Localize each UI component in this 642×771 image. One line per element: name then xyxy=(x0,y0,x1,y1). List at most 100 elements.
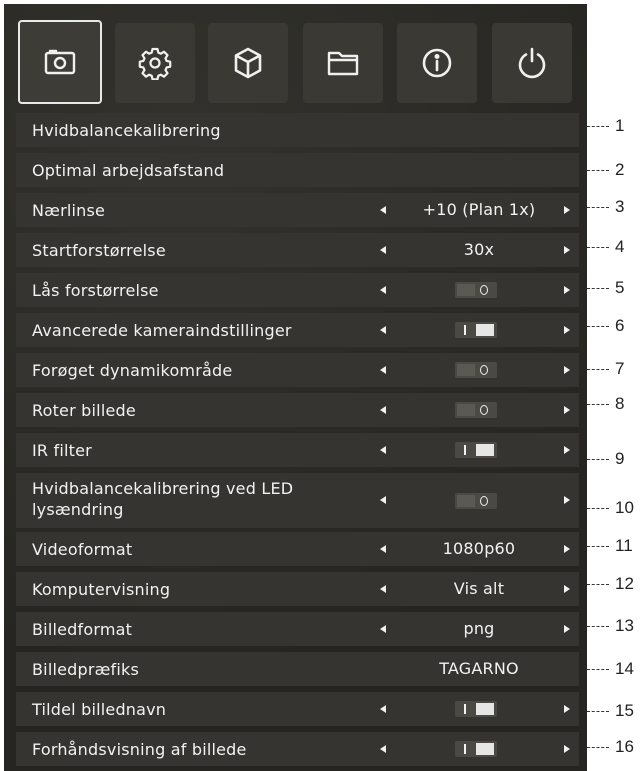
toggle-switch-on[interactable] xyxy=(455,442,497,458)
setting-row[interactable]: Startforstørrelse 30x xyxy=(16,233,579,267)
toggle-switch-off[interactable] xyxy=(455,362,497,378)
next-value-arrow-icon[interactable] xyxy=(564,365,570,374)
callout-number: 6 xyxy=(587,316,624,336)
callout-number: 5 xyxy=(587,278,624,298)
callout-number: 2 xyxy=(587,160,624,180)
callout-number: 12 xyxy=(587,574,634,594)
callout-leader-line xyxy=(587,125,609,127)
setting-row[interactable]: Forhåndsvisning af billede xyxy=(16,732,579,766)
setting-label: Tildel billednavn xyxy=(32,699,167,719)
next-value-arrow-icon[interactable] xyxy=(564,245,570,254)
callout-label: 3 xyxy=(615,197,625,216)
previous-value-arrow-icon[interactable] xyxy=(380,405,386,414)
setting-row[interactable]: Hvidbalancekalibrering xyxy=(16,113,579,147)
previous-value-arrow-icon[interactable] xyxy=(380,205,386,214)
previous-value-arrow-icon[interactable] xyxy=(380,744,386,753)
setting-row[interactable]: Billedformat png xyxy=(16,612,579,646)
setting-row[interactable]: Forøget dynamikområde xyxy=(16,353,579,387)
callout-label: 1 xyxy=(615,116,625,135)
tab-gear[interactable] xyxy=(115,23,195,103)
setting-row[interactable]: Tildel billednavn xyxy=(16,692,579,726)
setting-label: Komputervisning xyxy=(32,579,171,599)
callout-label: 15 xyxy=(615,701,634,720)
setting-label: Startforstørrelse xyxy=(32,240,166,260)
tab-folder[interactable] xyxy=(303,23,383,103)
toggle-switch-off[interactable] xyxy=(455,492,497,509)
previous-value-arrow-icon[interactable] xyxy=(380,285,386,294)
callout-leader-line xyxy=(587,246,609,248)
next-value-arrow-icon[interactable] xyxy=(564,325,570,334)
setting-row[interactable]: Avancerede kameraindstillinger xyxy=(16,313,579,347)
setting-row[interactable]: Roter billede xyxy=(16,393,579,427)
toggle-switch-on[interactable] xyxy=(455,322,497,338)
callout-label: 4 xyxy=(615,237,625,256)
setting-row[interactable]: Videoformat 1080p60 xyxy=(16,532,579,566)
next-value-arrow-icon[interactable] xyxy=(564,744,570,753)
callout-number: 8 xyxy=(587,394,624,414)
callout-leader-line xyxy=(587,746,609,748)
next-value-arrow-icon[interactable] xyxy=(564,205,570,214)
toggle-switch-off[interactable] xyxy=(455,402,497,418)
callout-leader-line xyxy=(587,668,609,670)
next-value-arrow-icon[interactable] xyxy=(564,704,570,713)
next-value-arrow-icon[interactable] xyxy=(564,285,570,294)
setting-row[interactable]: Hvidbalancekalibrering ved LED lysændrin… xyxy=(16,473,579,528)
callout-leader-line xyxy=(587,368,609,370)
callout-label: 8 xyxy=(615,394,625,413)
power-icon xyxy=(515,46,549,80)
previous-value-arrow-icon[interactable] xyxy=(380,245,386,254)
callout-label: 5 xyxy=(615,278,625,297)
setting-row[interactable]: Billedpræfiks TAGARNO xyxy=(16,652,579,686)
toggle-switch-on[interactable] xyxy=(455,741,497,757)
setting-row[interactable]: IR filter xyxy=(16,433,579,467)
next-value-arrow-icon[interactable] xyxy=(564,496,570,504)
setting-label: Hvidbalancekalibrering ved LED lysændrin… xyxy=(32,479,294,519)
callout-number: 10 xyxy=(587,498,634,518)
previous-value-arrow-icon[interactable] xyxy=(380,584,386,593)
previous-value-arrow-icon[interactable] xyxy=(380,704,386,713)
prefix-value[interactable]: TAGARNO xyxy=(394,659,564,678)
callout-label: 2 xyxy=(615,160,625,179)
next-value-arrow-icon[interactable] xyxy=(564,405,570,414)
setting-label: Forøget dynamikområde xyxy=(32,360,233,380)
setting-label: Videoformat xyxy=(32,539,133,559)
callout-number: 11 xyxy=(587,536,633,556)
setting-row[interactable]: Lås forstørrelse xyxy=(16,273,579,307)
callout-label: 9 xyxy=(615,449,625,468)
callout-leader-line xyxy=(587,583,609,585)
callout-number: 14 xyxy=(587,659,634,679)
next-value-arrow-icon[interactable] xyxy=(564,624,570,633)
selected-value: 1080p60 xyxy=(442,539,516,558)
toggle-switch-off[interactable] xyxy=(455,282,497,298)
tab-power[interactable] xyxy=(492,23,572,103)
callout-label: 12 xyxy=(615,574,634,593)
previous-value-arrow-icon[interactable] xyxy=(380,624,386,633)
previous-value-arrow-icon[interactable] xyxy=(380,445,386,454)
setting-label: Billedpræfiks xyxy=(32,659,140,679)
tab-info[interactable] xyxy=(397,23,477,103)
callout-label: 7 xyxy=(615,359,625,378)
setting-label: IR filter xyxy=(32,440,92,460)
tab-cube[interactable] xyxy=(208,23,288,103)
setting-row[interactable]: Nærlinse +10 (Plan 1x) xyxy=(16,193,579,227)
callout-leader-line xyxy=(587,169,609,171)
next-value-arrow-icon[interactable] xyxy=(564,445,570,454)
setting-row[interactable]: Komputervisning Vis alt xyxy=(16,572,579,606)
setting-label: Optimal arbejdsafstand xyxy=(32,160,225,180)
setting-label: Billedformat xyxy=(32,619,133,639)
next-value-arrow-icon[interactable] xyxy=(564,544,570,553)
setting-label: Lås forstørrelse xyxy=(32,280,159,300)
previous-value-arrow-icon[interactable] xyxy=(380,325,386,334)
callout-label: 11 xyxy=(615,536,633,555)
setting-row[interactable]: Optimal arbejdsafstand xyxy=(16,153,579,187)
setting-label: Avancerede kameraindstillinger xyxy=(32,320,292,340)
camera-icon xyxy=(43,45,77,79)
previous-value-arrow-icon[interactable] xyxy=(380,544,386,553)
callout-number: 13 xyxy=(587,616,634,636)
previous-value-arrow-icon[interactable] xyxy=(380,365,386,374)
toggle-switch-on[interactable] xyxy=(455,701,497,717)
next-value-arrow-icon[interactable] xyxy=(564,584,570,593)
camera-settings-panel: Hvidbalancekalibrering Optimal arbejdsafs… xyxy=(4,4,587,771)
previous-value-arrow-icon[interactable] xyxy=(380,496,386,504)
tab-camera[interactable] xyxy=(18,20,102,104)
